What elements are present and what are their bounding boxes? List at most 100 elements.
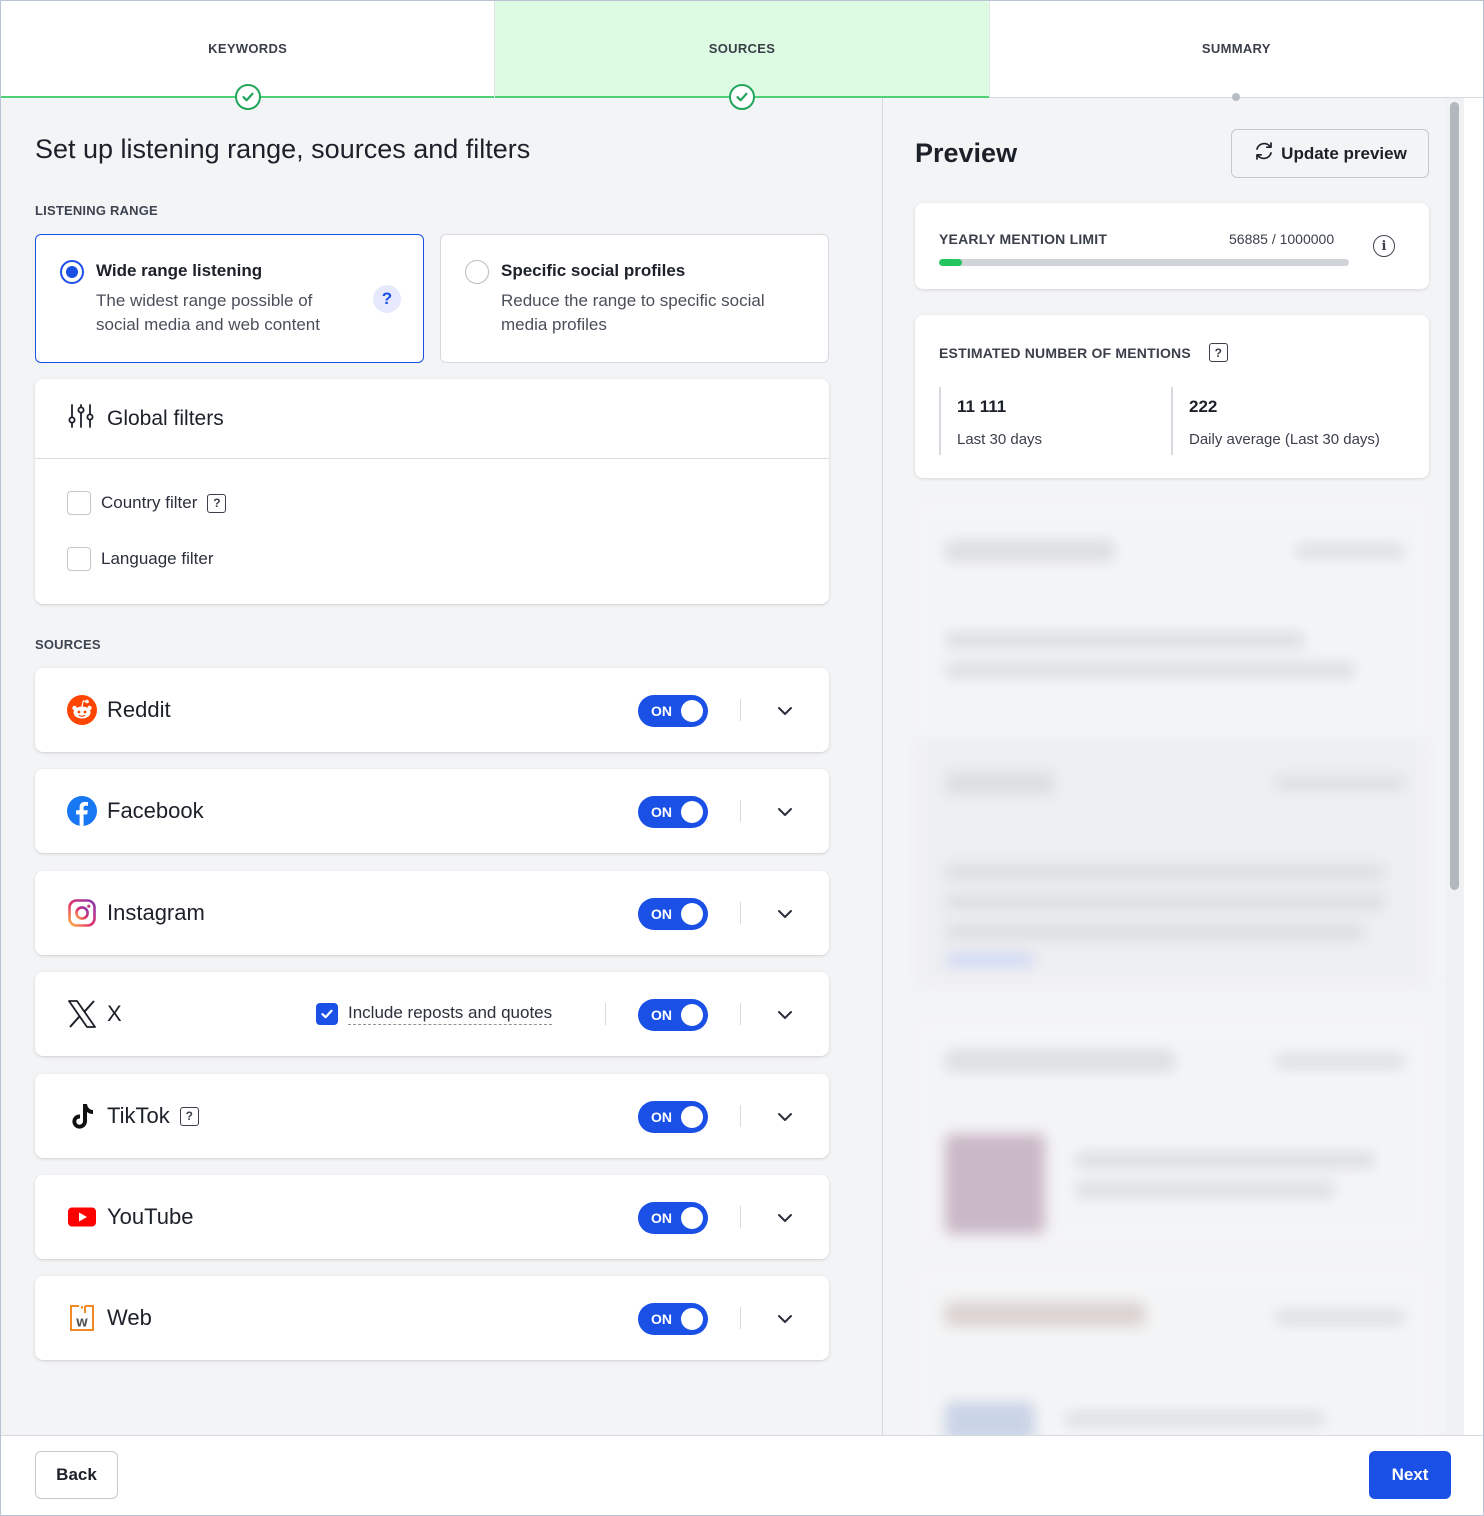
source-card-youtube: YouTube ON xyxy=(35,1175,829,1259)
sources-label: SOURCES xyxy=(35,637,101,652)
step-keywords[interactable]: KEYWORDS xyxy=(1,1,496,110)
blurred-mentions-preview xyxy=(915,502,1429,1435)
estimated-mentions-card: ESTIMATED NUMBER OF MENTIONS ? 11 111 La… xyxy=(915,315,1429,478)
instagram-icon xyxy=(67,898,97,928)
source-toggle[interactable]: ON xyxy=(638,999,708,1031)
global-filters-title: Global filters xyxy=(107,406,224,430)
estimated-mentions-label: ESTIMATED NUMBER OF MENTIONS xyxy=(939,344,1191,361)
source-toggle[interactable]: ON xyxy=(638,1303,708,1335)
footer: Back Next xyxy=(1,1435,1483,1515)
chevron-down-icon[interactable] xyxy=(775,1005,795,1025)
country-filter-row[interactable]: Country filter ? xyxy=(67,491,227,515)
yearly-limit-bar xyxy=(939,259,1349,266)
source-card-reddit: Reddit ON xyxy=(35,668,829,752)
chevron-down-icon[interactable] xyxy=(775,904,795,924)
radio-unselected[interactable] xyxy=(465,260,489,284)
help-icon[interactable]: ? xyxy=(207,493,227,513)
range-description: Reduce the range to specific social medi… xyxy=(501,291,765,334)
source-toggle[interactable]: ON xyxy=(638,695,708,727)
source-card-web: W Web ON xyxy=(35,1276,829,1360)
chevron-down-icon[interactable] xyxy=(775,701,795,721)
x-icon xyxy=(67,999,97,1029)
next-button[interactable]: Next xyxy=(1369,1451,1451,1499)
update-preview-button[interactable]: Update preview xyxy=(1231,129,1429,178)
page-title: Set up listening range, sources and filt… xyxy=(35,134,531,164)
range-option-specific[interactable]: Specific social profiles Reduce the rang… xyxy=(440,234,829,363)
source-name: Reddit xyxy=(107,697,171,722)
check-circle-icon xyxy=(728,84,755,110)
update-preview-label: Update preview xyxy=(1281,143,1407,163)
source-name: Instagram xyxy=(107,900,205,925)
step-sources[interactable]: SOURCES xyxy=(495,1,990,110)
pending-dot-icon xyxy=(1232,93,1241,101)
source-toggle[interactable]: ON xyxy=(638,1202,708,1234)
source-name: TikTok xyxy=(107,1103,170,1128)
chevron-down-icon[interactable] xyxy=(775,802,795,822)
source-name: Web xyxy=(107,1305,152,1330)
yearly-limit-bar-fill xyxy=(939,259,963,266)
source-card-x: X Include reposts and quotes ON xyxy=(35,972,829,1056)
check-circle-icon xyxy=(234,84,261,110)
stepper: KEYWORDS SOURCES SUMMARY xyxy=(1,1,1483,110)
range-title: Specific social profiles xyxy=(501,261,686,280)
scrollbar-thumb[interactable] xyxy=(1450,102,1459,890)
help-icon[interactable]: ? xyxy=(373,285,401,313)
step-label: SOURCES xyxy=(708,41,776,56)
include-reposts-label: Include reposts and quotes xyxy=(348,1003,553,1025)
toggle-label: ON xyxy=(651,703,672,719)
step-label: SUMMARY xyxy=(1201,41,1271,56)
toggle-label: ON xyxy=(651,906,672,922)
language-filter-row[interactable]: Language filter xyxy=(67,547,213,571)
youtube-icon xyxy=(67,1202,97,1232)
toggle-label: ON xyxy=(651,1311,672,1327)
source-toggle[interactable]: ON xyxy=(638,1101,708,1133)
stat-last-30-days: 11 111 Last 30 days xyxy=(939,387,1159,455)
country-filter-label: Country filter xyxy=(101,493,198,512)
stat-value: 11 111 xyxy=(957,397,1007,416)
source-card-instagram: Instagram ON xyxy=(35,871,829,955)
country-filter-checkbox[interactable] xyxy=(67,491,91,515)
preview-scrollbar[interactable] xyxy=(1445,98,1464,1435)
info-icon[interactable]: i xyxy=(1373,235,1395,257)
source-toggle[interactable]: ON xyxy=(638,796,708,828)
source-name: YouTube xyxy=(107,1204,194,1229)
sliders-icon xyxy=(67,402,95,436)
web-icon: W xyxy=(67,1303,97,1333)
yearly-limit-value: 56885 / 1000000 xyxy=(1229,231,1335,247)
source-card-facebook: Facebook ON xyxy=(35,769,829,853)
setup-panel: Set up listening range, sources and filt… xyxy=(1,98,882,1435)
source-name: Facebook xyxy=(107,798,204,823)
step-label: KEYWORDS xyxy=(208,41,288,56)
yearly-limit-card: YEARLY MENTION LIMIT 56885 / 1000000 i xyxy=(915,203,1429,289)
chevron-down-icon[interactable] xyxy=(775,1107,795,1127)
stat-value: 222 xyxy=(1189,397,1218,416)
back-button[interactable]: Back xyxy=(35,1451,118,1499)
tiktok-icon xyxy=(67,1101,97,1131)
range-option-wide[interactable]: Wide range listening The widest range po… xyxy=(35,234,424,363)
svg-text:W: W xyxy=(76,1317,88,1330)
preview-title: Preview xyxy=(915,138,1018,168)
toggle-label: ON xyxy=(651,1109,672,1125)
stat-daily-average: 222 Daily average (Last 30 days) xyxy=(1171,387,1411,455)
include-reposts-option[interactable]: Include reposts and quotes xyxy=(316,972,553,1056)
help-icon[interactable]: ? xyxy=(179,1106,199,1126)
source-name: X xyxy=(107,1001,122,1026)
toggle-label: ON xyxy=(651,804,672,820)
preview-panel: Preview Update preview YEARLY MENTION LI… xyxy=(882,98,1464,1435)
reddit-icon xyxy=(67,695,97,725)
stat-label: Last 30 days xyxy=(957,431,1043,448)
stat-label: Daily average (Last 30 days) xyxy=(1189,431,1380,448)
source-card-tiktok: TikTok ? ON xyxy=(35,1074,829,1158)
global-filters-header: Global filters xyxy=(35,379,829,459)
language-filter-checkbox[interactable] xyxy=(67,547,91,571)
facebook-icon xyxy=(67,796,97,826)
chevron-down-icon[interactable] xyxy=(775,1309,795,1329)
source-toggle[interactable]: ON xyxy=(638,898,708,930)
radio-selected[interactable] xyxy=(60,260,84,284)
include-reposts-checkbox[interactable] xyxy=(316,1003,338,1025)
range-title: Wide range listening xyxy=(96,261,263,280)
estimated-mentions-header: ESTIMATED NUMBER OF MENTIONS ? xyxy=(939,343,1228,362)
step-summary[interactable]: SUMMARY xyxy=(990,1,1483,101)
help-icon[interactable]: ? xyxy=(1208,343,1228,362)
chevron-down-icon[interactable] xyxy=(775,1208,795,1228)
